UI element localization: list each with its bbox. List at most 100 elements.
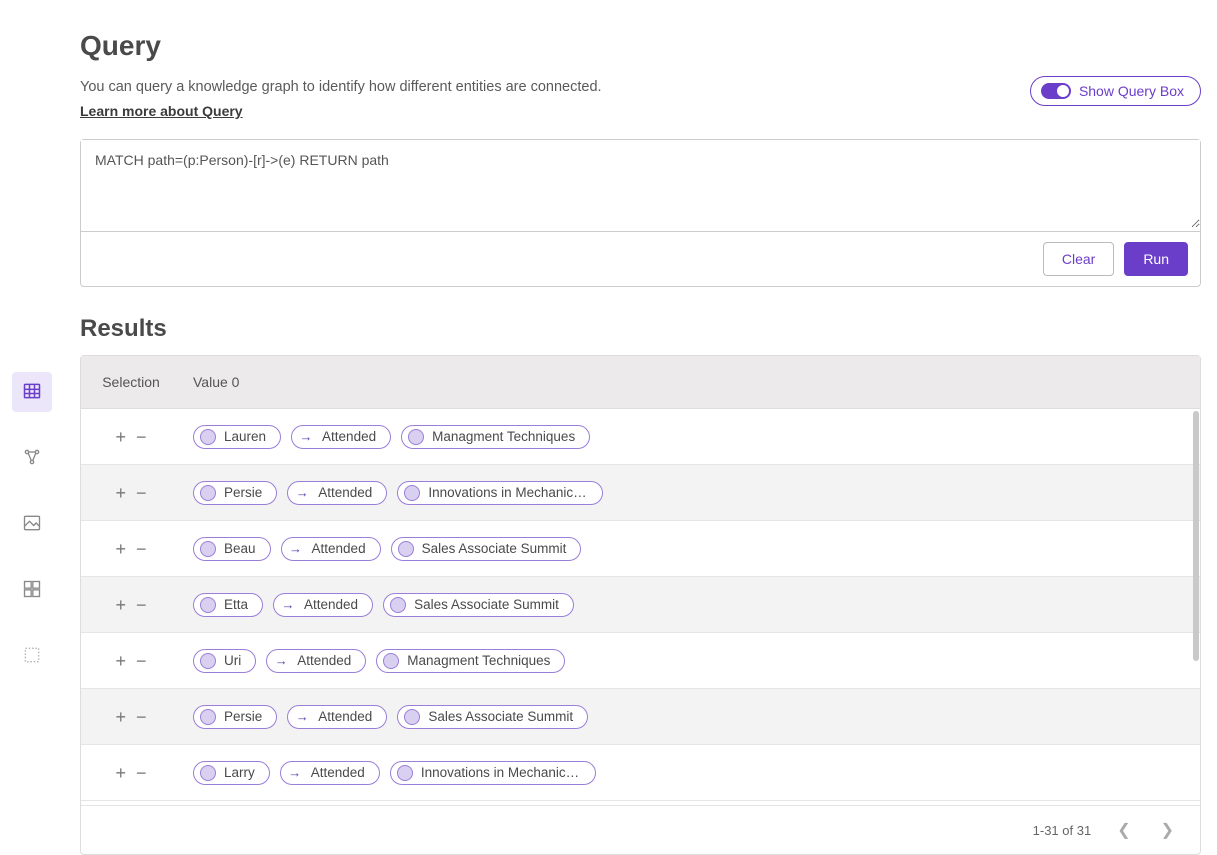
arrow-right-icon: → [298, 429, 314, 445]
node-dot-icon [200, 429, 216, 445]
remove-selection-button[interactable]: − [136, 764, 147, 782]
clear-button[interactable]: Clear [1043, 242, 1114, 276]
entity-pill[interactable]: Innovations in Mechanical... [390, 761, 596, 785]
node-dot-icon [200, 709, 216, 725]
graph-icon [22, 447, 42, 470]
selection-cell: +− [81, 652, 181, 670]
relation-pill[interactable]: → Attended [266, 649, 366, 673]
layout-icon [22, 645, 42, 668]
image-icon [22, 513, 42, 536]
relation-label: Attended [322, 429, 376, 444]
selection-cell: +− [81, 764, 181, 782]
sidebar-item-widget[interactable] [12, 570, 52, 610]
person-pill[interactable]: Lauren [193, 425, 281, 449]
person-pill[interactable]: Beau [193, 537, 271, 561]
toggle-label: Show Query Box [1079, 83, 1184, 99]
remove-selection-button[interactable]: − [136, 596, 147, 614]
table-row: +− Persie → Attended Innovations in Mechanic… [81, 465, 1200, 521]
person-pill[interactable]: Larry [193, 761, 270, 785]
relation-pill[interactable]: →Attended [281, 537, 381, 561]
add-selection-button[interactable]: + [115, 708, 126, 726]
chevron-right-icon: ❯ [1161, 822, 1174, 839]
person-label: Persie [224, 485, 262, 500]
arrow-right-icon: → [273, 653, 289, 669]
entity-pill[interactable]: Sales Associate Summit [383, 593, 574, 617]
entity-pill[interactable]: Innovations in Mechanical... [397, 481, 603, 505]
node-dot-icon [200, 597, 216, 613]
scrollbar-thumb[interactable] [1193, 411, 1199, 661]
node-dot-icon [397, 765, 413, 781]
table-header: Selection Value 0 [81, 356, 1200, 409]
remove-selection-button[interactable]: − [136, 708, 147, 726]
pager-prev-button[interactable]: ❮ [1113, 820, 1134, 840]
entity-label: Sales Associate Summit [422, 541, 567, 556]
show-query-toggle[interactable]: Show Query Box [1030, 76, 1201, 106]
remove-selection-button[interactable]: − [136, 652, 147, 670]
entity-label: Managment Techniques [407, 653, 550, 668]
remove-selection-button[interactable]: − [136, 540, 147, 558]
table-row: +− Persie →Attended Sales Associate Summit [81, 689, 1200, 745]
remove-selection-button[interactable]: − [136, 484, 147, 502]
sidebar-item-layout[interactable] [12, 636, 52, 676]
arrow-right-icon: → [287, 765, 303, 781]
relation-pill[interactable]: →Attended [273, 593, 373, 617]
sidebar-item-table[interactable] [12, 372, 52, 412]
page-description: You can query a knowledge graph to ident… [80, 76, 602, 99]
add-selection-button[interactable]: + [115, 484, 126, 502]
person-pill[interactable]: Persie [193, 481, 277, 505]
selection-cell: +− [81, 708, 181, 726]
add-selection-button[interactable]: + [115, 764, 126, 782]
relation-pill[interactable]: → Attended [280, 761, 380, 785]
table-row: +− Larry → Attended Innovations in Mechanica… [81, 745, 1200, 801]
person-label: Etta [224, 597, 248, 612]
node-dot-icon [398, 541, 414, 557]
sidebar [0, 0, 64, 855]
add-selection-button[interactable]: + [115, 540, 126, 558]
relation-label: Attended [304, 597, 358, 612]
query-input[interactable] [81, 140, 1200, 228]
arrow-right-icon: → [294, 485, 310, 501]
entity-pill[interactable]: Managment Techniques [376, 649, 565, 673]
person-pill[interactable]: Uri [193, 649, 256, 673]
selection-cell: +− [81, 596, 181, 614]
run-button[interactable]: Run [1124, 242, 1188, 276]
value-cell: Uri → Attended Managment Techniques [181, 637, 1200, 685]
entity-pill[interactable]: Managment Techniques [401, 425, 590, 449]
entity-pill[interactable]: Sales Associate Summit [397, 705, 588, 729]
remove-selection-button[interactable]: − [136, 428, 147, 446]
value-cell: Etta →Attended Sales Associate Summit [181, 581, 1200, 629]
value-cell: Persie →Attended Sales Associate Summit [181, 693, 1200, 741]
relation-label: Attended [312, 541, 366, 556]
arrow-right-icon: → [294, 709, 310, 725]
add-selection-button[interactable]: + [115, 596, 126, 614]
entity-pill[interactable]: Sales Associate Summit [391, 537, 582, 561]
table-row: +− Beau →Attended Sales Associate Summit [81, 521, 1200, 577]
value-cell: Beau →Attended Sales Associate Summit [181, 525, 1200, 573]
sidebar-item-graph[interactable] [12, 438, 52, 478]
sidebar-item-image[interactable] [12, 504, 52, 544]
value-cell: Persie → Attended Innovations in Mechanical… [181, 469, 1200, 517]
node-dot-icon [390, 597, 406, 613]
add-selection-button[interactable]: + [115, 428, 126, 446]
selection-cell: +− [81, 540, 181, 558]
relation-pill[interactable]: → Attended [287, 481, 387, 505]
person-label: Uri [224, 653, 241, 668]
relation-pill[interactable]: →Attended [287, 705, 387, 729]
person-label: Lauren [224, 429, 266, 444]
query-box: Clear Run [80, 139, 1201, 287]
relation-label: Attended [297, 653, 351, 668]
entity-label: Sales Associate Summit [428, 709, 573, 724]
relation-label: Attended [318, 485, 372, 500]
table-icon [22, 381, 42, 404]
selection-cell: +− [81, 484, 181, 502]
person-pill[interactable]: Persie [193, 705, 277, 729]
results-table: Selection Value 0 +−Lauren→AttendedManag… [80, 355, 1201, 855]
add-selection-button[interactable]: + [115, 652, 126, 670]
learn-more-link[interactable]: Learn more about Query [80, 103, 243, 119]
pager-range: 1-31 of 31 [1033, 823, 1092, 838]
pager-next-button[interactable]: ❯ [1157, 820, 1178, 840]
entity-label: Managment Techniques [432, 429, 575, 444]
relation-pill[interactable]: → Attended [291, 425, 391, 449]
relation-label: Attended [311, 765, 365, 780]
person-pill[interactable]: Etta [193, 593, 263, 617]
